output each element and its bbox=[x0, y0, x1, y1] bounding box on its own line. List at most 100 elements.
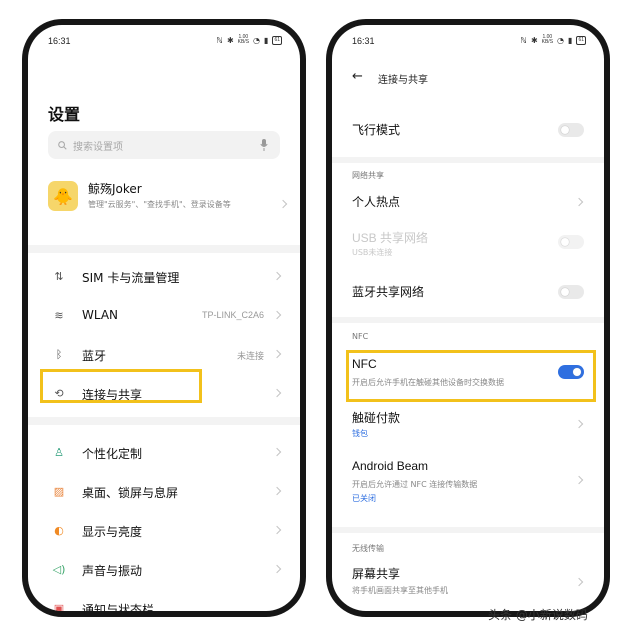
usb-share-status: USB未连接 bbox=[352, 248, 393, 257]
chevron-right-icon bbox=[272, 564, 282, 574]
comparison-canvas: 16:31 ℕ ✱ 1.00 KB/S ◔ ▮ 61 设置 搜索设置项 🐥 鲸殇… bbox=[0, 0, 632, 640]
sidebar-item-wlan[interactable]: ≋ WLAN TP-LINK_C2A6 bbox=[28, 296, 300, 335]
status-bar: 16:31 ℕ ✱ 1.00 KB/S ◔ ▮ 61 bbox=[332, 25, 604, 53]
account-row[interactable]: 🐥 鲸殇Joker 管理"云服务"、"查找手机"、登录设备等 bbox=[48, 177, 288, 237]
sidebar-item-personalization[interactable]: ♙ 个性化定制 bbox=[28, 433, 300, 472]
airplane-mode-row[interactable]: 飞行模式 bbox=[332, 111, 604, 151]
chevron-right-icon bbox=[272, 447, 282, 457]
page-title: 设置 bbox=[48, 105, 81, 124]
chevron-right-icon bbox=[574, 475, 584, 485]
chevron-right-icon bbox=[574, 419, 584, 429]
bluetooth-status-icon: ✱ bbox=[530, 35, 538, 45]
section-divider bbox=[28, 245, 300, 253]
status-bar: 16:31 ℕ ✱ 1.00 KB/S ◔ ▮ 61 bbox=[28, 25, 300, 53]
item-label: 桌面、锁屏与息屏 bbox=[82, 486, 179, 500]
nfc-section-title: NFC bbox=[352, 332, 369, 341]
chevron-right-icon bbox=[272, 349, 282, 359]
bluetooth-share-row[interactable]: 蓝牙共享网络 bbox=[332, 275, 604, 311]
chevron-right-icon bbox=[574, 577, 584, 587]
network-speed: 1.00 KB/S bbox=[237, 34, 250, 45]
item-label: 通知与状态栏 bbox=[82, 603, 155, 611]
screen-share-row[interactable]: 屏幕共享 将手机画面共享至其他手机 bbox=[332, 559, 604, 605]
chevron-right-icon bbox=[272, 388, 282, 398]
wireless-section-title: 无线传输 bbox=[352, 544, 384, 553]
signal-icon: ▮ bbox=[568, 35, 573, 45]
bluetooth-share-label: 蓝牙共享网络 bbox=[352, 285, 425, 299]
hotspot-label: 个人热点 bbox=[352, 195, 401, 209]
wifi-status-icon: ◔ bbox=[253, 35, 261, 45]
tap-to-pay-row[interactable]: 触碰付款 钱包 bbox=[332, 405, 604, 447]
android-beam-status: 已关闭 bbox=[352, 494, 376, 503]
item-label: SIM 卡与流量管理 bbox=[82, 271, 180, 285]
item-label: 个性化定制 bbox=[82, 447, 143, 461]
wifi-status-icon: ◔ bbox=[557, 35, 565, 45]
sidebar-item-sim[interactable]: ⇅ SIM 卡与流量管理 bbox=[28, 257, 300, 296]
item-value: TP-LINK_C2A6 bbox=[201, 310, 264, 320]
search-input[interactable]: 搜索设置项 bbox=[48, 131, 280, 159]
battery-icon: 61 bbox=[576, 35, 586, 45]
status-time: 16:31 bbox=[48, 36, 71, 46]
android-beam-description: 开启后允许通过 NFC 连接传输数据 bbox=[352, 480, 478, 489]
network-share-section-title: 网络共享 bbox=[352, 171, 384, 180]
item-value: 未连接 bbox=[236, 351, 264, 361]
phone-frame-right: 16:31 ℕ ✱ 1.00 KB/S ◔ ▮ 61 ← 连接与共享 飞行模式 bbox=[326, 19, 610, 617]
highlight-box bbox=[346, 350, 596, 402]
airplane-mode-toggle[interactable] bbox=[558, 123, 584, 137]
page-title: 连接与共享 bbox=[378, 75, 428, 86]
tap-to-pay-label: 触碰付款 bbox=[352, 411, 401, 425]
back-arrow-icon[interactable]: ← bbox=[352, 69, 363, 84]
personalization-icon: ♙ bbox=[54, 445, 64, 459]
section-divider bbox=[332, 527, 604, 533]
connection-share-screen: 16:31 ℕ ✱ 1.00 KB/S ◔ ▮ 61 ← 连接与共享 飞行模式 bbox=[332, 25, 604, 611]
usb-share-label: USB 共享网络 bbox=[352, 231, 429, 245]
display-icon: ◐ bbox=[54, 523, 64, 537]
chevron-right-icon bbox=[272, 271, 282, 281]
bluetooth-status-icon: ✱ bbox=[226, 35, 234, 45]
section-divider bbox=[332, 157, 604, 163]
section-divider bbox=[28, 417, 300, 425]
usb-share-toggle bbox=[558, 235, 584, 249]
chevron-right-icon bbox=[272, 486, 282, 496]
network-speed: 1.00 KB/S bbox=[541, 34, 554, 45]
bluetooth-icon: ᛒ bbox=[55, 347, 63, 361]
sim-icon: ⇅ bbox=[54, 269, 64, 283]
notification-icon: ▣ bbox=[53, 601, 65, 612]
section-divider bbox=[332, 317, 604, 323]
chevron-right-icon bbox=[278, 199, 288, 209]
highlight-box bbox=[40, 369, 202, 403]
chevron-right-icon bbox=[272, 310, 282, 320]
bluetooth-share-toggle[interactable] bbox=[558, 285, 584, 299]
status-icons: ℕ ✱ 1.00 KB/S ◔ ▮ 61 bbox=[521, 35, 586, 45]
signal-icon: ▮ bbox=[264, 35, 269, 45]
item-label: 显示与亮度 bbox=[82, 525, 143, 539]
item-label: WLAN bbox=[82, 308, 119, 322]
account-description: 管理"云服务"、"查找手机"、登录设备等 bbox=[88, 200, 231, 209]
sidebar-item-display[interactable]: ◐ 显示与亮度 bbox=[28, 511, 300, 550]
sidebar-item-notification[interactable]: ▣ 通知与状态栏 bbox=[28, 589, 300, 612]
chevron-right-icon bbox=[272, 525, 282, 535]
account-name: 鲸殇Joker bbox=[88, 182, 142, 196]
sidebar-item-sound[interactable]: ◁) 声音与振动 bbox=[28, 550, 300, 589]
wallet-link[interactable]: 钱包 bbox=[352, 428, 368, 439]
android-beam-label: Android Beam bbox=[352, 459, 429, 473]
item-label: 声音与振动 bbox=[82, 564, 143, 578]
watermark: 头条 @小新说数码 bbox=[488, 608, 588, 622]
nfc-status-icon: ℕ bbox=[520, 35, 527, 45]
screen-share-description: 将手机画面共享至其他手机 bbox=[352, 586, 448, 595]
microphone-icon[interactable] bbox=[260, 139, 268, 151]
search-placeholder: 搜索设置项 bbox=[73, 141, 123, 153]
android-beam-row[interactable]: Android Beam 开启后允许通过 NFC 连接传输数据 已关闭 bbox=[332, 455, 604, 511]
search-icon bbox=[58, 140, 67, 150]
item-label: 蓝牙 bbox=[82, 349, 107, 363]
chevron-right-icon bbox=[574, 197, 584, 207]
settings-screen: 16:31 ℕ ✱ 1.00 KB/S ◔ ▮ 61 设置 搜索设置项 🐥 鲸殇… bbox=[28, 25, 300, 611]
airplane-mode-label: 飞行模式 bbox=[352, 123, 401, 137]
home-screen-icon: ▨ bbox=[53, 484, 65, 498]
wifi-icon: ≋ bbox=[54, 308, 64, 322]
sidebar-item-home-screen[interactable]: ▨ 桌面、锁屏与息屏 bbox=[28, 472, 300, 511]
screen-share-label: 屏幕共享 bbox=[352, 567, 401, 581]
hotspot-row[interactable]: 个人热点 bbox=[332, 185, 604, 221]
sound-icon: ◁) bbox=[52, 562, 66, 576]
phone-frame-left: 16:31 ℕ ✱ 1.00 KB/S ◔ ▮ 61 设置 搜索设置项 🐥 鲸殇… bbox=[22, 19, 306, 617]
avatar: 🐥 bbox=[48, 181, 78, 211]
